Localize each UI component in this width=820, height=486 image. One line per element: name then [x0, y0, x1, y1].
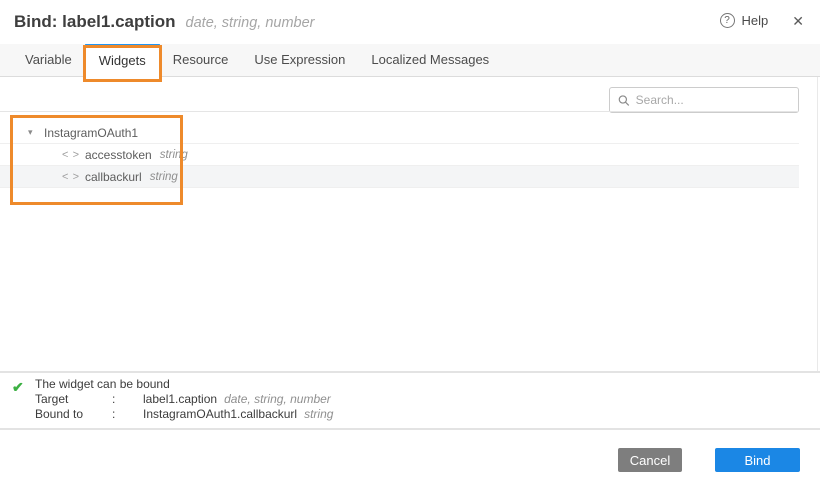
footer-divider	[0, 428, 820, 430]
status-colon: :	[112, 392, 143, 407]
help-button[interactable]: ? Help	[720, 13, 769, 28]
tree-node-label: InstagramOAuth1	[44, 126, 138, 140]
help-label: Help	[742, 13, 769, 28]
tree-node-label: accesstoken	[85, 148, 152, 162]
caret-down-icon[interactable]: ▾	[28, 127, 44, 138]
search-box	[609, 87, 799, 113]
header-actions: ? Help ✕	[720, 13, 804, 28]
header-titles: Bind: label1.caption date, string, numbe…	[0, 0, 820, 32]
tree-node-accesstoken[interactable]: < > accesstoken string	[0, 144, 799, 166]
help-icon: ?	[720, 13, 735, 28]
tab-bar: Variable Widgets Resource Use Expression…	[0, 44, 820, 77]
status-boundto-value-text: InstagramOAuth1.callbackurl	[143, 407, 297, 421]
dialog-header: Bind: label1.caption date, string, numbe…	[0, 0, 820, 44]
status-message: The widget can be bound	[35, 377, 333, 392]
tab-widgets[interactable]: Widgets	[85, 44, 160, 78]
widgets-tab-content: ▾ InstagramOAuth1 < > accesstoken string…	[0, 77, 818, 371]
status-target-value: label1.caption date, string, number	[143, 392, 333, 407]
status-target-row: Target : label1.caption date, string, num…	[35, 392, 333, 407]
status-lines: The widget can be bound Target : label1.…	[35, 377, 333, 422]
status-target-types: date, string, number	[224, 392, 331, 406]
close-icon[interactable]: ✕	[792, 14, 804, 28]
tab-use-expression[interactable]: Use Expression	[241, 44, 358, 77]
tab-widgets-label: Widgets	[99, 53, 146, 68]
cancel-button[interactable]: Cancel	[618, 448, 682, 472]
status-top-divider	[0, 371, 820, 373]
code-brackets-icon: < >	[62, 149, 80, 161]
search-input[interactable]	[636, 93, 790, 107]
tree-node-type: string	[160, 149, 188, 161]
tree-node-label: callbackurl	[85, 170, 142, 184]
code-brackets-icon: < >	[62, 171, 80, 183]
binding-status: ✔ The widget can be bound Target : label…	[0, 374, 820, 428]
page-title: Bind: label1.caption	[14, 12, 176, 32]
tree-node-type: string	[150, 171, 178, 183]
tree-node-instagramoauth1[interactable]: ▾ InstagramOAuth1	[0, 122, 799, 144]
status-boundto-types: string	[304, 407, 333, 421]
tab-variable[interactable]: Variable	[12, 44, 85, 77]
tree-node-callbackurl[interactable]: < > callbackurl string	[0, 166, 799, 188]
page-subtitle: date, string, number	[186, 15, 315, 31]
bind-button[interactable]: Bind	[715, 448, 800, 472]
tab-localized-messages[interactable]: Localized Messages	[358, 44, 502, 77]
success-check-icon: ✔	[12, 379, 24, 396]
tab-resource[interactable]: Resource	[160, 44, 242, 77]
search-icon	[618, 94, 630, 107]
widget-tree: ▾ InstagramOAuth1 < > accesstoken string…	[0, 111, 799, 188]
status-target-value-text: label1.caption	[143, 392, 217, 406]
bind-dialog: Bind: label1.caption date, string, numbe…	[0, 0, 820, 486]
status-boundto-value: InstagramOAuth1.callbackurl string	[143, 407, 333, 422]
status-colon: :	[112, 407, 143, 422]
status-boundto-row: Bound to : InstagramOAuth1.callbackurl st…	[35, 407, 333, 422]
status-target-label: Target	[35, 392, 112, 407]
status-boundto-label: Bound to	[35, 407, 112, 422]
